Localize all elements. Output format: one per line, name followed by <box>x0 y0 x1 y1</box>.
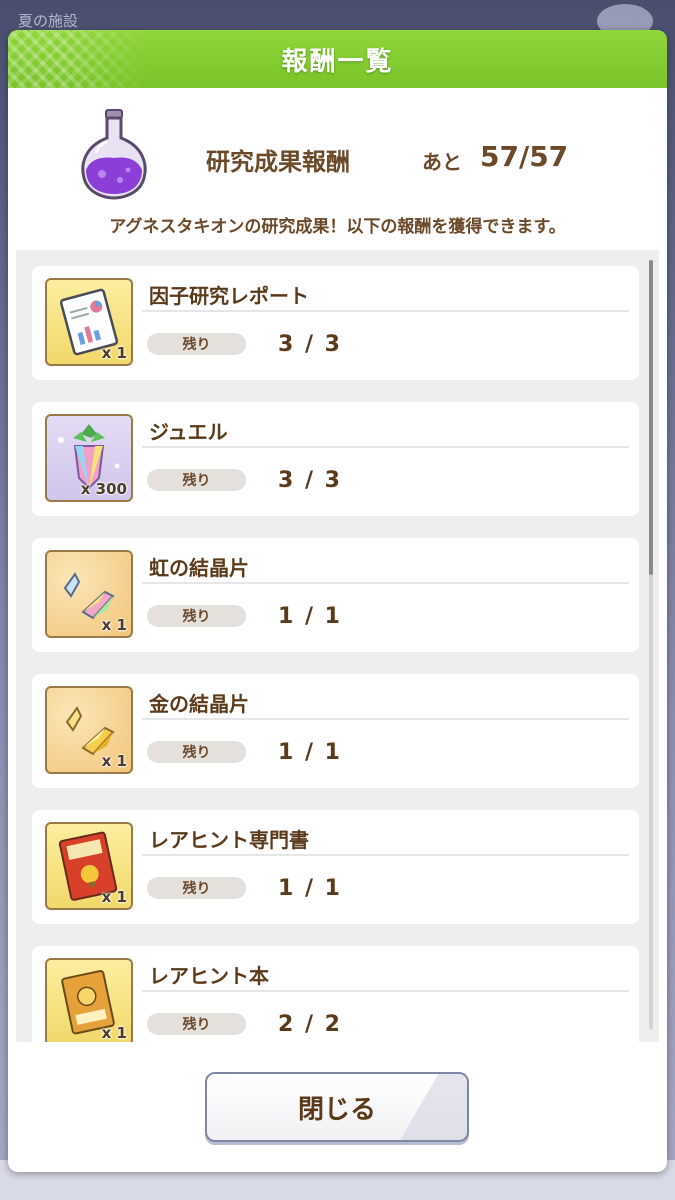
background-text: 夏の施設 <box>18 12 79 30</box>
dialog-header: 報酬一覧 <box>8 30 667 88</box>
item-count: 1 / 1 <box>278 604 342 629</box>
item-quantity: x 1 <box>101 752 127 770</box>
item-count: 3 / 3 <box>278 468 342 493</box>
item-name: 因子研究レポート <box>149 284 309 308</box>
reward-item: x 1 レアヒント専門書 残り 1 / 1 <box>32 810 639 924</box>
reward-item: x 300 ジュエル 残り 3 / 3 <box>32 402 639 516</box>
remaining-label: あと <box>422 150 462 174</box>
scrollbar-thumb[interactable] <box>649 260 653 575</box>
remaining-badge: 残り <box>147 1013 246 1035</box>
gold-crystal-icon: x 1 <box>45 686 133 774</box>
remaining-value: 57/57 <box>480 140 569 173</box>
divider <box>142 446 629 448</box>
divider <box>142 854 629 856</box>
item-count: 2 / 2 <box>278 1012 342 1037</box>
item-quantity: x 300 <box>80 480 127 498</box>
divider <box>142 582 629 584</box>
item-name: レアヒント専門書 <box>149 828 309 852</box>
item-name: 虹の結晶片 <box>149 556 249 580</box>
remaining-badge: 残り <box>147 741 246 763</box>
reward-type-label: 研究成果報酬 <box>206 148 350 176</box>
remaining-badge: 残り <box>147 877 246 899</box>
jewel-icon: x 300 <box>45 414 133 502</box>
item-name: 金の結晶片 <box>149 692 249 716</box>
remaining-badge: 残り <box>147 333 246 355</box>
dialog-title: 報酬一覧 <box>281 46 394 77</box>
item-count: 3 / 3 <box>278 332 342 357</box>
reward-item: x 1 レアヒント本 残り 2 / 2 <box>32 946 639 1042</box>
item-quantity: x 1 <box>101 344 127 362</box>
flask-icon <box>81 109 147 200</box>
rainbow-crystal-icon: x 1 <box>45 550 133 638</box>
hint-book-small-icon: x 1 <box>45 958 133 1042</box>
item-count: 1 / 1 <box>278 876 342 901</box>
item-quantity: x 1 <box>101 616 127 634</box>
header-pattern <box>8 30 148 88</box>
report-icon: x 1 <box>45 278 133 366</box>
reward-list[interactable]: x 1 因子研究レポート 残り 3 / 3 x 300 ジュエル 残り 3 / … <box>16 250 659 1042</box>
item-name: ジュエル <box>149 420 228 444</box>
reward-item: x 1 虹の結晶片 残り 1 / 1 <box>32 538 639 652</box>
item-name: レアヒント本 <box>149 964 269 988</box>
reward-item: x 1 因子研究レポート 残り 3 / 3 <box>32 266 639 380</box>
reward-item: x 1 金の結晶片 残り 1 / 1 <box>32 674 639 788</box>
remaining-badge: 残り <box>147 605 246 627</box>
divider <box>142 990 629 992</box>
close-button-label: 閉じる <box>297 1094 376 1125</box>
divider <box>142 310 629 312</box>
reward-description: アグネスタキオンの研究成果！以下の報酬を獲得できます。 <box>109 217 566 237</box>
item-quantity: x 1 <box>101 888 127 906</box>
rewards-dialog: 報酬一覧 研究成果報酬 あと 57/57 アグネスタキオンの研究成果！以下の報酬… <box>8 30 667 1172</box>
remaining-badge: 残り <box>147 469 246 491</box>
divider <box>142 718 629 720</box>
close-button[interactable]: 閉じる <box>205 1072 469 1142</box>
item-count: 1 / 1 <box>278 740 342 765</box>
hint-book-icon: x 1 <box>45 822 133 910</box>
item-quantity: x 1 <box>101 1024 127 1042</box>
